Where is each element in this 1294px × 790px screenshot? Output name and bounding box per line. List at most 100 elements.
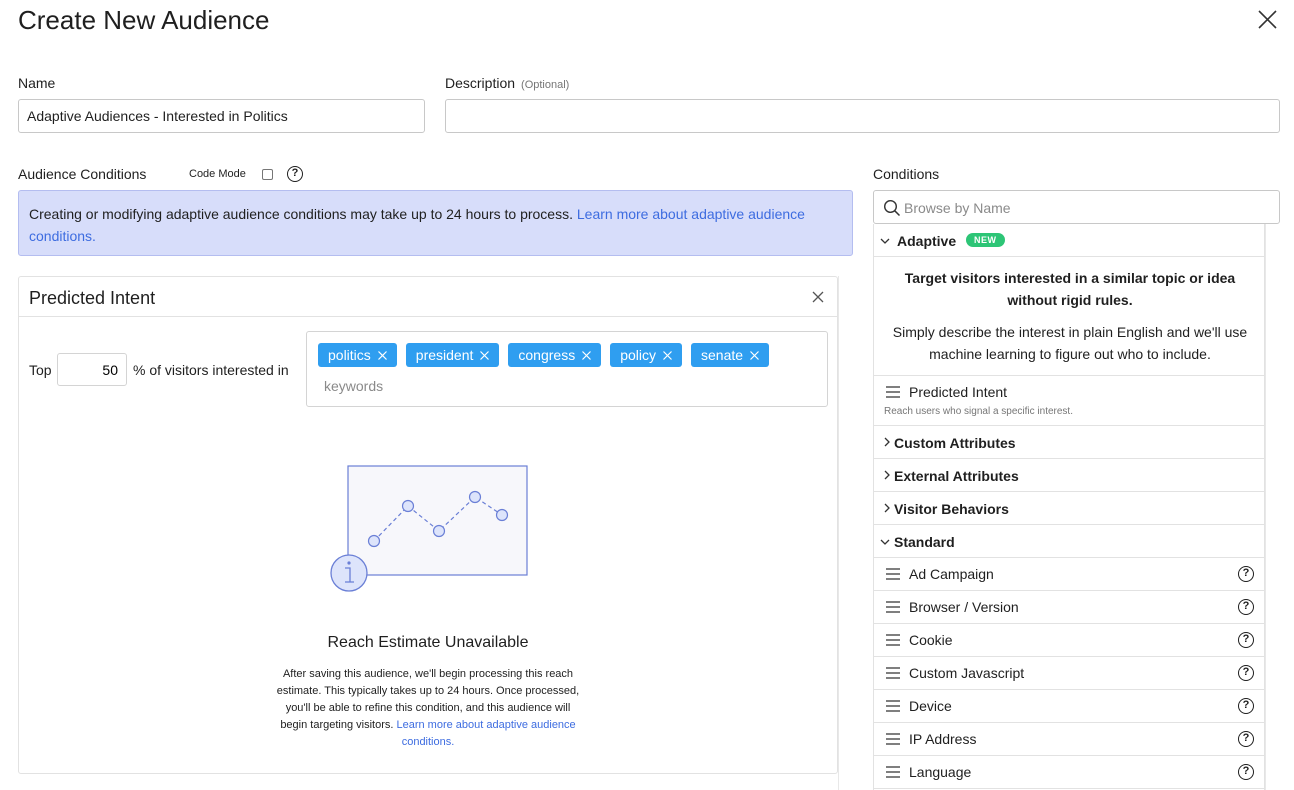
tag-label: president [415,347,474,363]
page-title: Create New Audience [18,5,270,35]
tag-list: politics president congress policy senat… [318,343,770,367]
panel-scrollbar[interactable] [838,276,853,790]
tag: senate [691,343,770,367]
group-label: External Attributes [894,468,1019,484]
condition-ad-campaign[interactable]: Ad Campaign ? [874,558,1265,591]
group-label: Adaptive [897,233,957,249]
group-label: Visitor Behaviors [894,501,1009,517]
group-adaptive[interactable]: Adaptive NEW [874,224,1265,257]
condition-label: Ad Campaign [909,566,994,582]
search-placeholder: Browse by Name [904,200,1011,216]
drag-handle-icon[interactable] [886,568,900,580]
condition-ip-address[interactable]: IP Address ? [874,723,1265,756]
condition-sub: Reach users who signal a specific intere… [884,406,1073,417]
chart-illustration-icon [330,465,528,592]
reach-estimate-text: After saving this audience, we'll begin … [274,666,582,751]
tag: policy [610,343,682,367]
info-banner: Creating or modifying adaptive audience … [18,190,853,256]
tag-label: policy [620,347,656,363]
condition-cookie[interactable]: Cookie ? [874,624,1265,657]
code-mode-checkbox[interactable] [262,169,273,180]
chevron-down-icon [880,238,890,244]
group-label: Standard [894,534,955,550]
adaptive-desc-bold: Target visitors interested in a similar … [904,270,1236,308]
close-icon[interactable] [1255,8,1279,32]
conditions-scrollbar[interactable] [1265,224,1280,790]
condition-label: Device [909,698,952,714]
group-standard[interactable]: Standard [874,525,1265,558]
question-circle-icon[interactable]: ? [1238,764,1254,780]
conditions-search-input[interactable]: Browse by Name [873,190,1280,224]
drag-handle-icon[interactable] [886,634,900,646]
condition-language[interactable]: Language ? [874,756,1265,789]
question-circle-icon[interactable]: ? [1238,731,1254,747]
tag: congress [508,343,602,367]
tag-label: politics [328,347,371,363]
top-percent-input[interactable] [57,353,127,386]
chevron-down-icon [880,539,890,545]
name-label: Name [18,75,56,91]
question-circle-icon[interactable]: ? [1238,566,1254,582]
new-badge: NEW [966,233,1005,247]
reach-learn-more-link[interactable]: Learn more about adaptive audience condi… [396,719,575,748]
condition-predicted-intent[interactable]: Predicted Intent Reach users who signal … [874,376,1265,426]
remove-tag-icon[interactable] [377,350,387,360]
adaptive-description: Target visitors interested in a similar … [874,257,1265,376]
group-external-attributes[interactable]: External Attributes [874,459,1265,492]
code-mode-label: Code Mode [189,168,246,180]
banner-text: Creating or modifying adaptive audience … [29,206,577,222]
description-label-text: Description [445,75,516,91]
remove-tag-icon[interactable] [663,350,672,360]
condition-custom-javascript[interactable]: Custom Javascript ? [874,657,1265,690]
keywords-placeholder: keywords [324,378,384,394]
drag-handle-icon[interactable] [886,386,900,398]
condition-label: Browser / Version [909,599,1019,615]
tag-label: congress [518,347,576,363]
question-circle-icon[interactable]: ? [1238,632,1254,648]
drag-handle-icon[interactable] [886,766,900,778]
remove-tag-icon[interactable] [582,350,592,360]
search-icon [883,199,901,217]
name-input[interactable] [18,99,425,133]
close-icon[interactable] [812,291,824,303]
remove-tag-icon[interactable] [750,350,759,360]
drag-handle-icon[interactable] [886,700,900,712]
condition-label: Predicted Intent [909,384,1008,400]
percent-visitors-label: % of visitors interested in [133,362,289,378]
reach-estimate-title: Reach Estimate Unavailable [327,634,529,651]
question-circle-icon[interactable]: ? [1238,698,1254,714]
conditions-label: Conditions [873,166,940,182]
condition-label: IP Address [909,731,977,747]
drag-handle-icon[interactable] [886,667,900,679]
condition-label: Custom Javascript [909,665,1025,681]
chevron-right-icon [884,437,890,447]
optional-hint: (Optional) [521,79,570,91]
condition-browser-version[interactable]: Browser / Version ? [874,591,1265,624]
question-circle-icon[interactable]: ? [1238,665,1254,681]
group-label: Custom Attributes [894,435,1016,451]
tag: president [405,343,500,367]
top-label: Top [29,362,52,378]
group-visitor-behaviors[interactable]: Visitor Behaviors [874,492,1265,525]
conditions-list: Adaptive NEW Target visitors interested … [873,224,1265,790]
tag-label: senate [701,347,744,363]
tag: politics [318,343,397,367]
condition-label: Language [909,764,972,780]
question-circle-icon[interactable]: ? [287,166,303,182]
condition-device[interactable]: Device ? [874,690,1265,723]
group-custom-attributes[interactable]: Custom Attributes [874,426,1265,459]
chevron-right-icon [884,503,890,513]
predicted-intent-panel: Predicted Intent Top % of visitors inter… [18,276,838,774]
drag-handle-icon[interactable] [886,733,900,745]
adaptive-desc: Simply describe the interest in plain En… [892,324,1248,362]
description-input[interactable] [445,99,1280,133]
question-circle-icon[interactable]: ? [1238,599,1254,615]
keywords-tag-input[interactable]: politics president congress policy senat… [306,331,828,407]
condition-label: Cookie [909,632,953,648]
chevron-right-icon [884,470,890,480]
remove-tag-icon[interactable] [480,350,490,360]
panel-title: Predicted Intent [19,277,837,317]
audience-conditions-label: Audience Conditions [18,166,147,182]
drag-handle-icon[interactable] [886,601,900,613]
description-label: Description (Optional) [445,75,569,91]
